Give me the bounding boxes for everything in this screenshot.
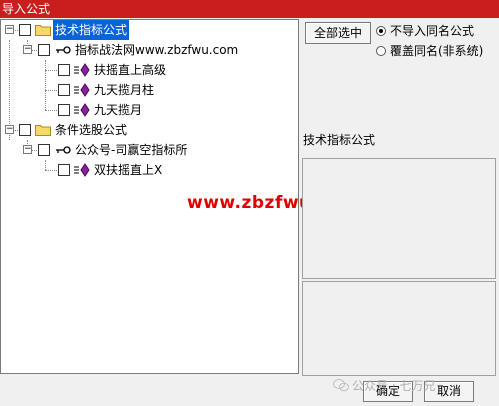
tree-node-account[interactable]: − 公众号-司赢空指标所 xyxy=(1,140,298,160)
tree-leaf-formula[interactable]: 扶摇直上高级 xyxy=(1,60,298,80)
folder-icon xyxy=(35,125,51,136)
key-icon xyxy=(56,146,71,154)
tree-node-label: 指标战法网www.zbzfwu.com xyxy=(75,43,239,57)
window-title: 导入公式 xyxy=(2,2,51,16)
checkbox[interactable] xyxy=(58,104,70,116)
tree-node-label: 公众号-司赢空指标所 xyxy=(75,143,188,157)
formula-icon xyxy=(74,83,90,97)
checkbox[interactable] xyxy=(58,84,70,96)
detail-box xyxy=(302,281,496,376)
tree-node-site[interactable]: − 指标战法网www.zbzfwu.com xyxy=(1,40,298,60)
description-title: 技术指标公式 xyxy=(303,133,376,147)
key-icon xyxy=(56,46,71,54)
formula-icon xyxy=(74,103,90,117)
checkbox[interactable] xyxy=(58,164,70,176)
formula-icon xyxy=(74,163,90,177)
radio-overwrite-same-name[interactable]: 覆盖同名(非系统) xyxy=(376,43,498,59)
tree-node-screening-formulas[interactable]: − 条件选股公式 xyxy=(1,120,298,140)
radio-button[interactable] xyxy=(376,46,386,56)
description-box xyxy=(302,158,496,279)
options-panel: 全部选中 不导入同名公式 覆盖同名(非系统) 技术指标公式 确定 取消 xyxy=(300,19,499,406)
tree-leaf-formula[interactable]: 双扶摇直上X xyxy=(1,160,298,180)
wechat-icon xyxy=(333,379,349,392)
close-button[interactable] xyxy=(459,0,499,18)
select-all-button[interactable]: 全部选中 xyxy=(305,22,371,44)
radio-label: 不导入同名公式 xyxy=(390,24,475,38)
tree-node-label: 双扶摇直上X xyxy=(94,163,163,177)
tree-leaf-formula[interactable]: 九天揽月 xyxy=(1,100,298,120)
checkbox[interactable] xyxy=(58,64,70,76)
footer-watermark: 公众号 · 七万兄 xyxy=(352,379,436,393)
radio-button[interactable] xyxy=(376,26,386,36)
tree-leaf-formula[interactable]: 九天揽月柱 xyxy=(1,80,298,100)
collapse-toggle[interactable]: − xyxy=(23,45,32,54)
tree-node-label: 技术指标公式 xyxy=(53,20,130,40)
checkbox[interactable] xyxy=(38,144,50,156)
window-titlebar: 导入公式 xyxy=(0,0,499,18)
collapse-toggle[interactable]: − xyxy=(23,145,32,154)
checkbox[interactable] xyxy=(19,124,31,136)
formula-icon xyxy=(74,63,90,77)
folder-icon xyxy=(35,25,51,36)
radio-no-import-same-name[interactable]: 不导入同名公式 xyxy=(376,23,498,39)
tree-node-label: 九天揽月柱 xyxy=(94,83,155,97)
checkbox[interactable] xyxy=(38,44,50,56)
checkbox[interactable] xyxy=(19,24,31,36)
collapse-toggle[interactable]: − xyxy=(5,25,14,34)
tree-node-label: 九天揽月 xyxy=(94,103,143,117)
tree-node-label: 条件选股公式 xyxy=(55,123,128,137)
tree-node-technical-formulas[interactable]: − 技术指标公式 xyxy=(1,20,298,40)
radio-label: 覆盖同名(非系统) xyxy=(390,44,484,58)
collapse-toggle[interactable]: − xyxy=(5,125,14,134)
tree-node-label: 扶摇直上高级 xyxy=(94,63,167,77)
